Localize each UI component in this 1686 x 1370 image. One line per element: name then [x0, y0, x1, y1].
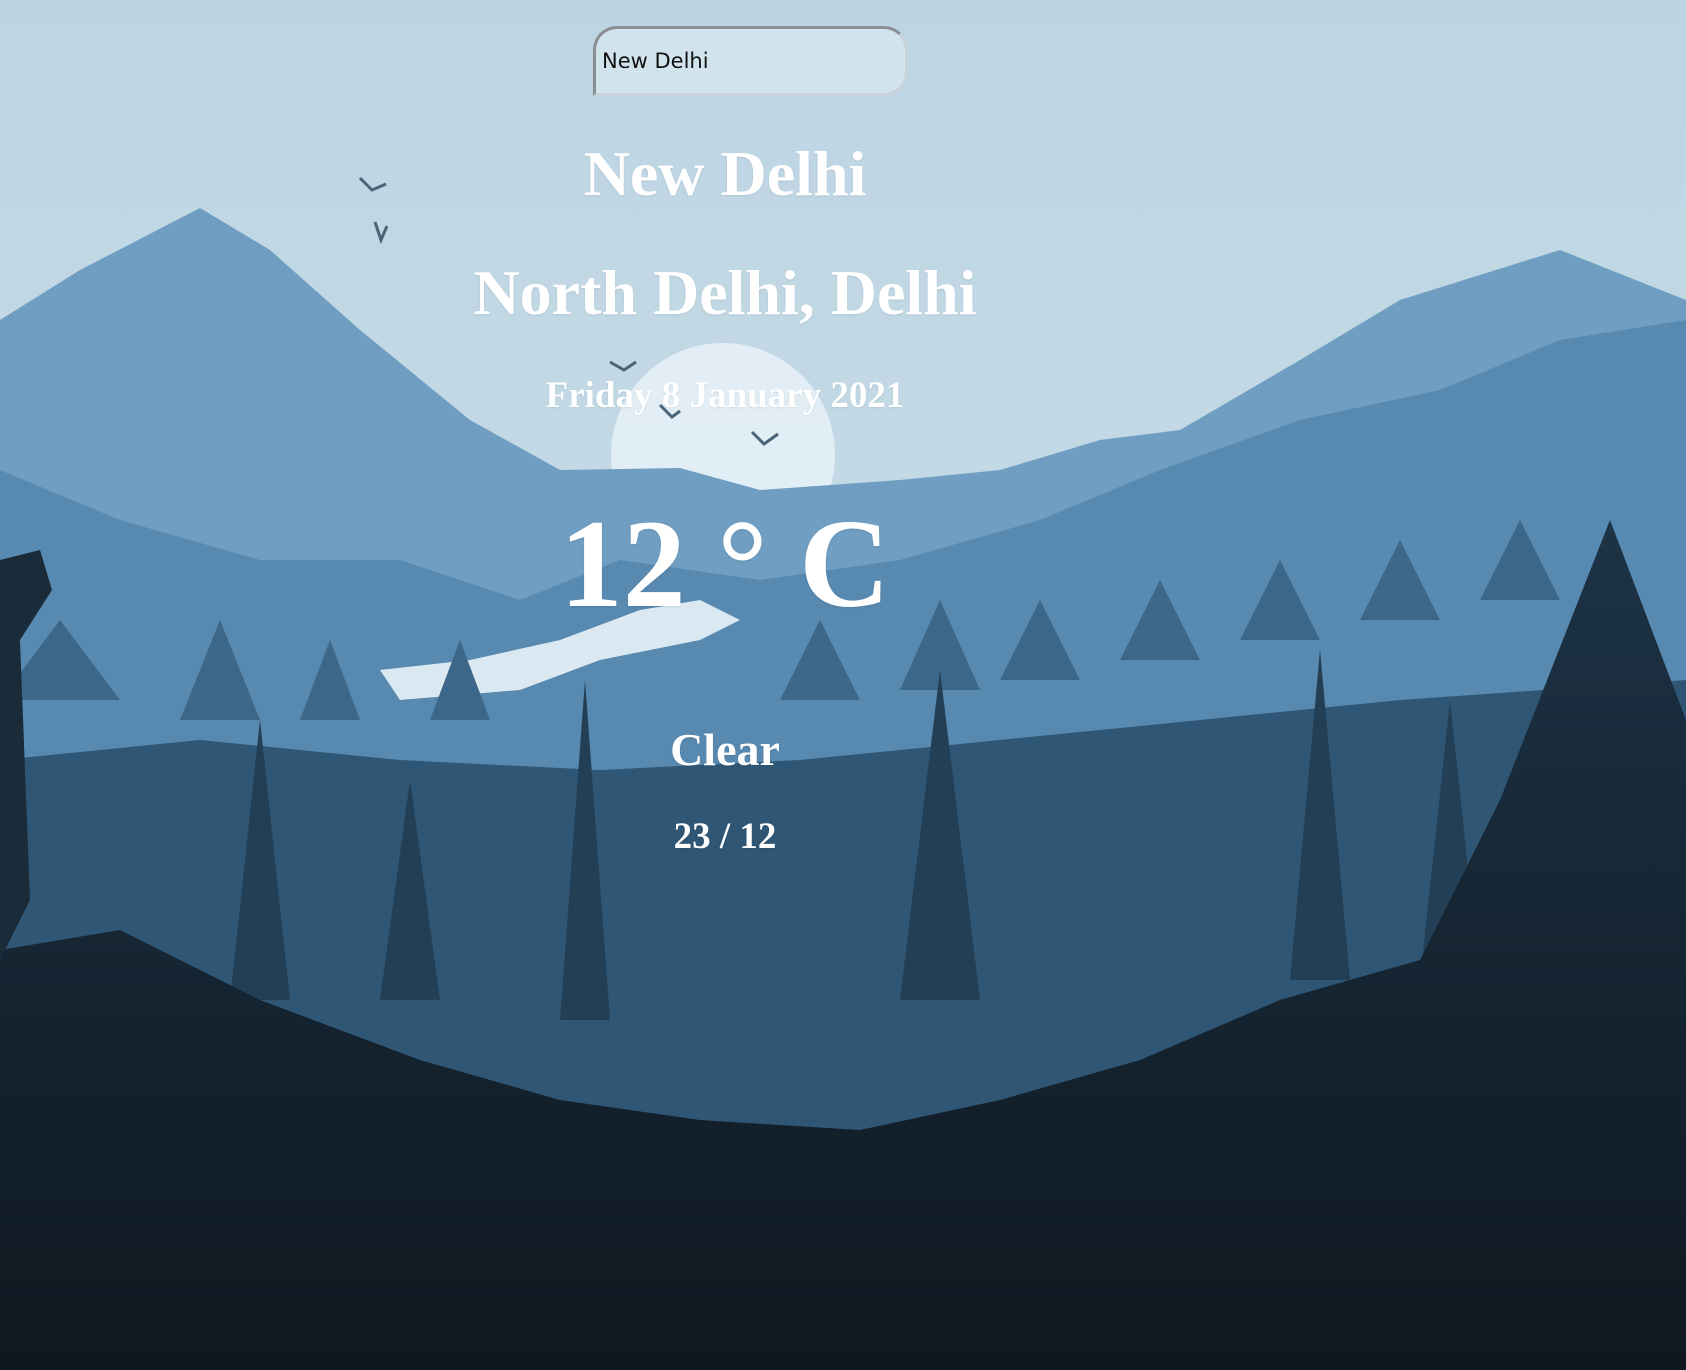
weather-app: New Delhi North Delhi, Delhi Friday 8 Ja… [0, 0, 1686, 1370]
search-input[interactable] [593, 26, 908, 96]
weather-condition: Clear [670, 724, 780, 775]
temperature: 12 ° C [559, 495, 891, 634]
city-name: New Delhi [583, 138, 867, 209]
high-low-temperature: 23 / 12 [673, 816, 777, 857]
date-text: Friday 8 January 2021 [545, 375, 905, 416]
region-name: North Delhi, Delhi [473, 257, 977, 328]
